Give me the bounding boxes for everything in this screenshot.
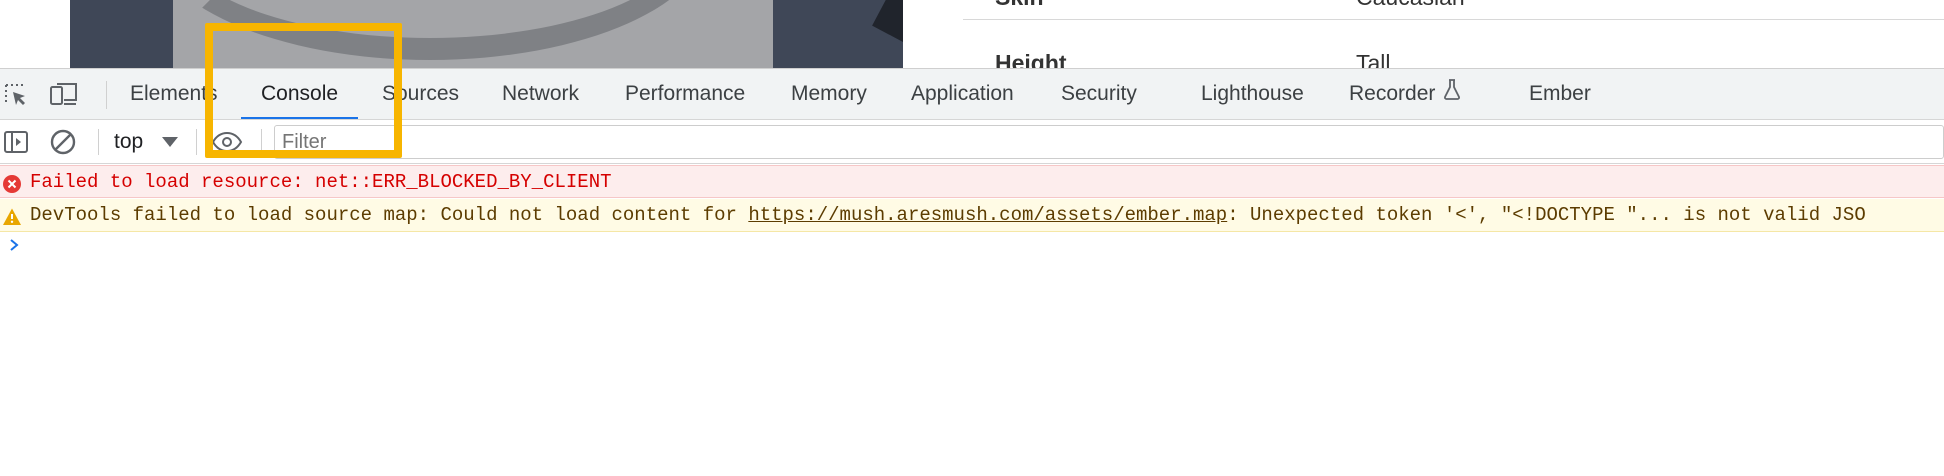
sidebar-toggle-icon[interactable] xyxy=(0,126,32,158)
console-tab-highlight-box xyxy=(205,23,402,158)
info-value-skin: Caucasian xyxy=(1356,0,1465,11)
info-label-skin: Skin xyxy=(995,0,1044,11)
toolbar-separator xyxy=(98,129,99,155)
flask-icon xyxy=(1443,69,1461,119)
info-value-height: Tall xyxy=(1356,50,1391,68)
clear-console-icon[interactable] xyxy=(47,126,79,158)
inspect-element-icon[interactable] xyxy=(0,79,32,111)
tab-ember[interactable]: Ember xyxy=(1529,69,1591,119)
console-messages: Failed to load resource: net::ERR_BLOCKE… xyxy=(0,165,1944,476)
source-map-link[interactable]: https://mush.aresmush.com/assets/ember.m… xyxy=(748,204,1227,226)
tab-security[interactable]: Security xyxy=(1061,69,1137,119)
dropdown-arrow-icon[interactable] xyxy=(162,137,178,147)
context-selector[interactable]: top xyxy=(114,120,143,164)
tab-recorder-label: Recorder xyxy=(1349,82,1436,105)
tab-memory[interactable]: Memory xyxy=(791,69,867,119)
tab-recorder[interactable]: Recorder xyxy=(1349,69,1461,119)
device-toggle-icon[interactable] xyxy=(48,79,80,111)
tab-performance[interactable]: Performance xyxy=(625,69,745,119)
tabbar-separator xyxy=(106,81,107,109)
warning-message-prefix: DevTools failed to load source map: Coul… xyxy=(30,204,749,226)
toolbar-separator xyxy=(196,129,197,155)
info-label-height: Height xyxy=(995,50,1067,68)
console-warning-message[interactable]: DevTools failed to load source map: Coul… xyxy=(0,199,1944,232)
tab-network[interactable]: Network xyxy=(502,69,579,119)
tab-application[interactable]: Application xyxy=(911,69,1014,119)
profile-info-table: Skin Caucasian Height Tall xyxy=(963,0,1944,68)
tab-lighthouse[interactable]: Lighthouse xyxy=(1201,69,1304,119)
profile-photo xyxy=(70,0,903,68)
filter-input[interactable] xyxy=(274,125,1944,159)
info-divider xyxy=(963,19,1944,20)
error-icon xyxy=(2,173,22,193)
warning-icon xyxy=(2,206,22,226)
warning-message-suffix: : Unexpected token '<', "<!DOCTYPE "... … xyxy=(1227,204,1866,226)
error-message-text: Failed to load resource: net::ERR_BLOCKE… xyxy=(30,171,612,193)
photo-mark xyxy=(872,0,903,54)
chevron-right-icon[interactable] xyxy=(8,237,20,253)
console-error-message[interactable]: Failed to load resource: net::ERR_BLOCKE… xyxy=(0,165,1944,198)
